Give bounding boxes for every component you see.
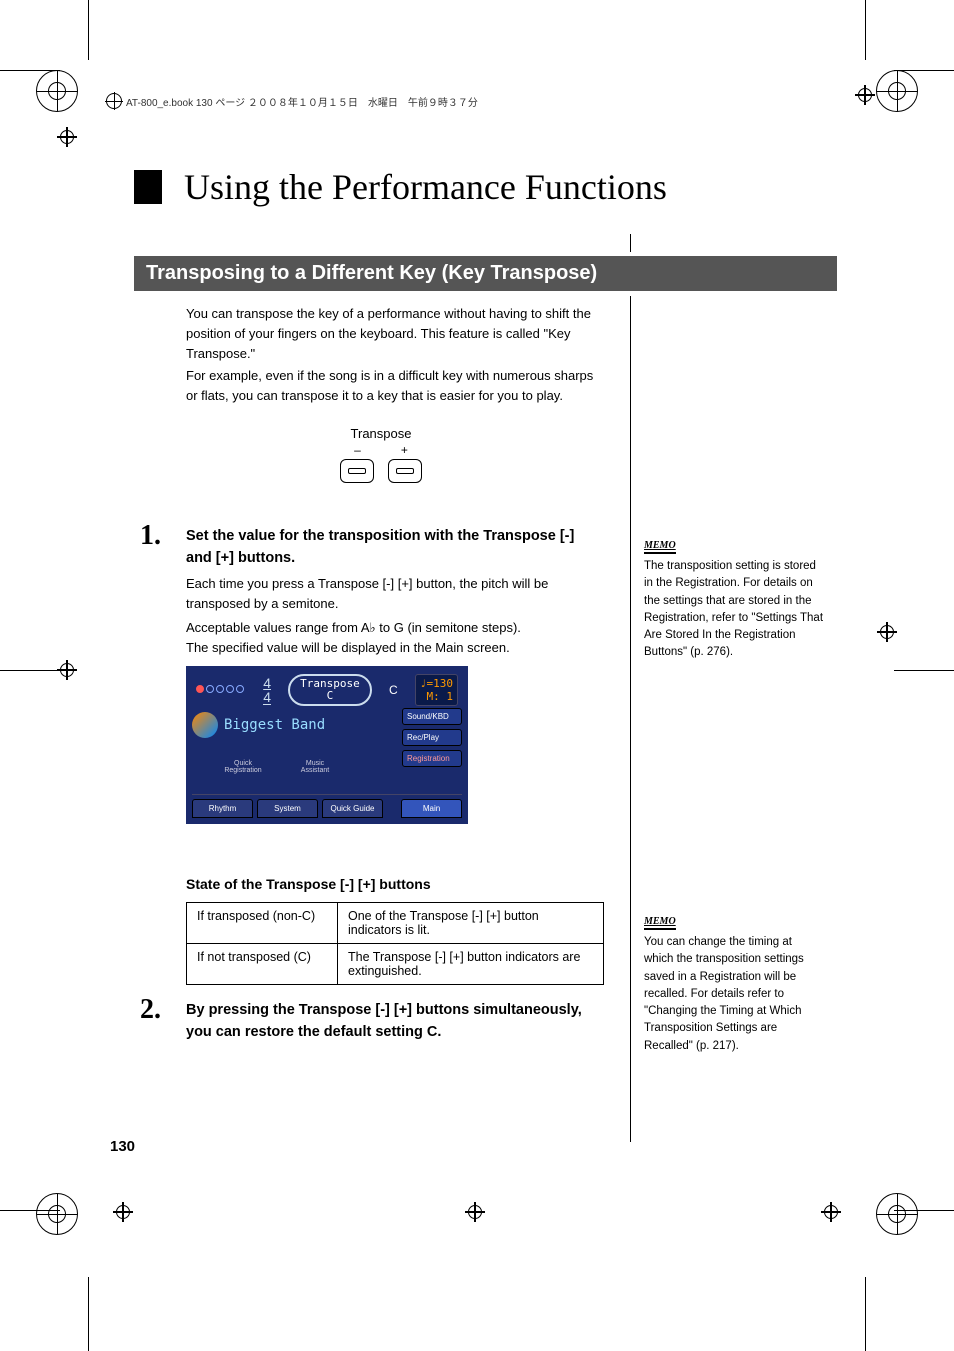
transpose-plus-button xyxy=(388,459,422,483)
page-title: Using the Performance Functions xyxy=(184,166,667,208)
style-name: Biggest Band xyxy=(224,717,325,733)
system-tab: System xyxy=(257,799,318,818)
reg-mark-icon xyxy=(36,1193,78,1235)
book-header: AT-800_e.book 130 ページ ２００８年１０月１５日 水曜日 午前… xyxy=(106,93,478,109)
crop-line xyxy=(894,670,954,671)
style-disc-icon xyxy=(192,712,218,738)
cross-mark-icon xyxy=(116,1205,130,1219)
main-screen-screenshot: 4 4 Transpose C C ♩=130 M: 1 Biggest Ban… xyxy=(186,666,468,824)
state-table: If transposed (non-C) One of the Transpo… xyxy=(186,902,604,985)
step-1-title: Set the value for the transposition with… xyxy=(186,526,596,570)
transpose-control-illustration: Transpose – + xyxy=(340,426,422,483)
crop-line xyxy=(88,1277,89,1351)
crop-line xyxy=(865,0,866,60)
cross-mark-icon xyxy=(468,1205,482,1219)
step-1-body-1: Each time you press a Transpose [-] [+] … xyxy=(186,574,606,614)
reg-mark-icon xyxy=(36,70,78,112)
cross-mark-icon xyxy=(858,88,872,102)
memo-label: MEMO xyxy=(644,540,676,554)
sound-kbd-button: Sound/KBD xyxy=(402,708,462,725)
book-icon xyxy=(106,93,122,109)
section-heading: Transposing to a Different Key (Key Tran… xyxy=(134,256,837,291)
cross-mark-icon xyxy=(880,625,894,639)
state-cell: If transposed (non-C) xyxy=(187,903,338,944)
memo-1-text: The transposition setting is stored in t… xyxy=(644,558,824,662)
state-subheading: State of the Transpose [-] [+] buttons xyxy=(186,876,431,892)
column-divider xyxy=(630,296,631,1142)
state-cell: One of the Transpose [-] [+] button indi… xyxy=(338,903,604,944)
main-tab: Main xyxy=(401,799,462,818)
tempo-indicator: ♩=130 M: 1 xyxy=(415,674,458,706)
transpose-minus-button xyxy=(340,459,374,483)
crop-line xyxy=(0,670,60,671)
transpose-badge: Transpose C xyxy=(288,674,372,706)
reg-mark-icon xyxy=(876,70,918,112)
column-divider xyxy=(630,234,631,252)
reg-mark-icon xyxy=(876,1193,918,1235)
page-number: 130 xyxy=(110,1138,135,1155)
indicator-dots xyxy=(196,685,246,696)
music-assistant-icon: Music Assistant xyxy=(294,746,336,788)
memo-2-text: You can change the timing at which the t… xyxy=(644,934,824,1055)
table-row: If transposed (non-C) One of the Transpo… xyxy=(187,903,604,944)
table-row: If not transposed (C) The Transpose [-] … xyxy=(187,944,604,985)
rec-play-button: Rec/Play xyxy=(402,729,462,746)
memo-label: MEMO xyxy=(644,916,676,930)
transpose-label: Transpose xyxy=(340,426,422,441)
step-2-number: 2. xyxy=(140,994,161,1026)
step-2-title: By pressing the Transpose [-] [+] button… xyxy=(186,1000,596,1044)
minus-sign: – xyxy=(354,443,361,457)
cross-mark-icon xyxy=(60,130,74,144)
crop-line xyxy=(88,0,89,60)
crop-line xyxy=(865,1277,866,1351)
quick-registration-icon: Quick Registration xyxy=(222,746,264,788)
step-1-body-3: The specified value will be displayed in… xyxy=(186,638,606,658)
state-cell: The Transpose [-] [+] button indicators … xyxy=(338,944,604,985)
breadcrumb-text: AT-800_e.book 130 ページ ２００８年１０月１５日 水曜日 午前… xyxy=(126,94,478,109)
cross-mark-icon xyxy=(60,663,74,677)
intro-para-2: For example, even if the song is in a di… xyxy=(186,366,606,406)
rhythm-tab: Rhythm xyxy=(192,799,253,818)
chapter-marker xyxy=(134,170,162,204)
step-1-body-2: Acceptable values range from A♭ to G (in… xyxy=(186,618,606,638)
plus-sign: + xyxy=(401,443,408,457)
intro-para-1: You can transpose the key of a performan… xyxy=(186,304,596,364)
step-1-number: 1. xyxy=(140,520,161,552)
time-signature: 4 4 xyxy=(263,676,271,705)
quick-guide-tab: Quick Guide xyxy=(322,799,383,818)
registration-button: Registration xyxy=(402,750,462,767)
key-ind: C xyxy=(389,683,398,697)
cross-mark-icon xyxy=(824,1205,838,1219)
state-cell: If not transposed (C) xyxy=(187,944,338,985)
